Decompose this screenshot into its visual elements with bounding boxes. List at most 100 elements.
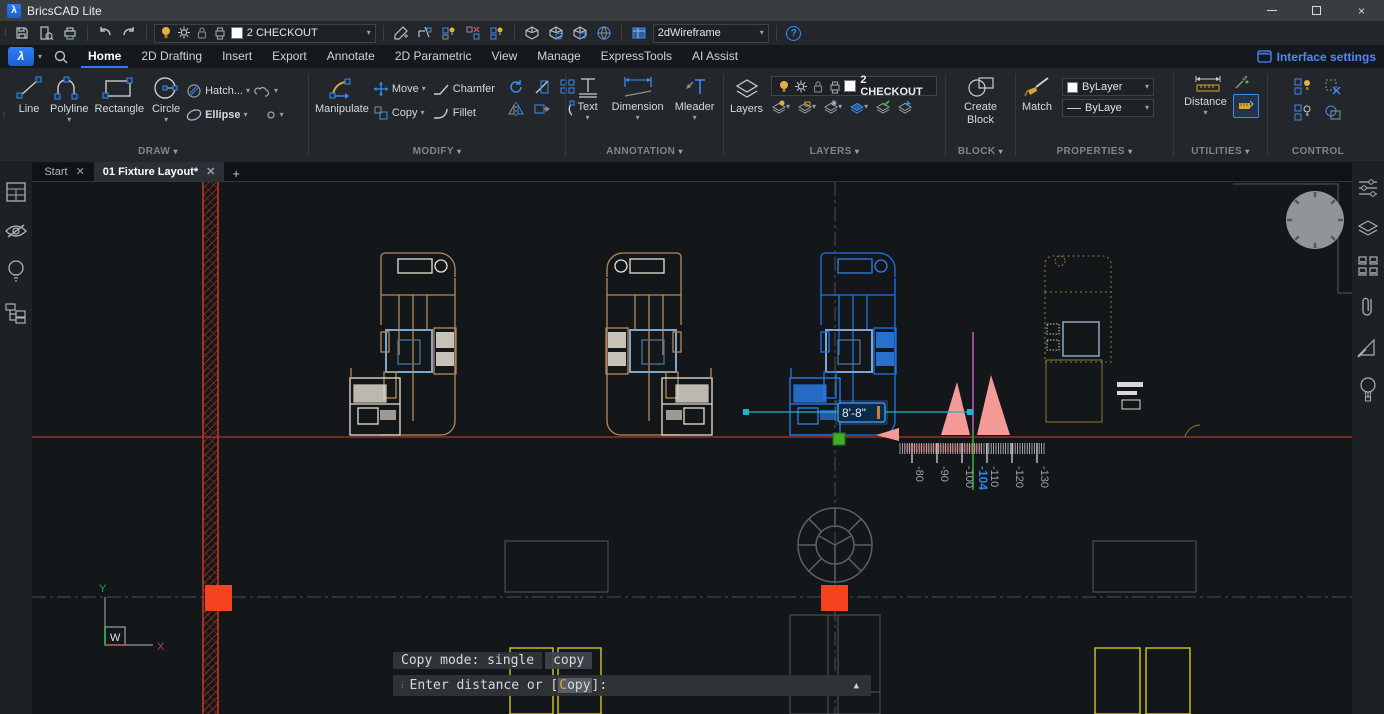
- search-icon[interactable]: [52, 49, 72, 65]
- show-entities-icon[interactable]: [1293, 77, 1313, 97]
- layer-new-button[interactable]: [897, 99, 912, 114]
- dynamic-dimension-toggle[interactable]: [1233, 94, 1259, 118]
- layers-button[interactable]: Layers: [728, 74, 765, 115]
- red-marker-square-left[interactable]: [205, 585, 232, 611]
- grip-green[interactable]: [833, 433, 845, 445]
- unisolate-button[interactable]: [487, 23, 507, 43]
- maximize-button[interactable]: [1294, 0, 1339, 21]
- ribbon-layer-dropdown[interactable]: 2 CHECKOUT: [771, 76, 937, 96]
- line-button[interactable]: Line▾: [12, 74, 46, 124]
- checkout-fixture-4[interactable]: [1045, 256, 1200, 437]
- drawing-canvas[interactable]: 8'-8" -80 -90 -100 -110 -120 -130 -104: [32, 182, 1352, 714]
- match-properties-button[interactable]: Match: [1020, 74, 1054, 113]
- tab-2d-parametric[interactable]: 2D Parametric: [388, 45, 479, 68]
- ribbon-grip[interactable]: ⁞: [0, 68, 8, 162]
- chamfer-button[interactable]: Chamfer: [432, 78, 495, 100]
- close-icon[interactable]: ✕: [76, 165, 85, 178]
- close-icon[interactable]: ✕: [206, 165, 215, 178]
- panel-title-block[interactable]: BLOCK ▾: [946, 146, 1015, 162]
- redo-button[interactable]: [119, 23, 139, 43]
- overlap-icon[interactable]: [1323, 103, 1343, 123]
- layer-off-button[interactable]: ▾: [771, 99, 790, 114]
- render-panel-toggle[interactable]: [1358, 377, 1378, 403]
- hide-objects-toggle[interactable]: [4, 221, 28, 241]
- panel-toggle-button[interactable]: [5, 181, 27, 203]
- rectangle-button[interactable]: Rectangle▾: [93, 74, 147, 124]
- mirror-icon[interactable]: [507, 100, 525, 118]
- preview-button[interactable]: [36, 23, 56, 43]
- copy-button[interactable]: Copy ▾: [373, 102, 426, 124]
- linetype-dropdown[interactable]: ByLaye ▾: [1062, 99, 1154, 117]
- tab-ai-assist[interactable]: AI Assist: [685, 45, 745, 68]
- panel-title-properties[interactable]: PROPERTIES ▾: [1016, 146, 1173, 162]
- hatch-button[interactable]: Hatch... ▾: [186, 80, 250, 102]
- text-button[interactable]: Text▾: [573, 74, 603, 122]
- visual-style-button[interactable]: [629, 23, 649, 43]
- new-tab-button[interactable]: +: [224, 166, 248, 181]
- distance-button[interactable]: Distance ▾: [1182, 96, 1229, 117]
- chevron-down-icon[interactable]: ▾: [274, 87, 278, 95]
- wheel-symbol[interactable]: [798, 508, 872, 582]
- tab-2d-drafting[interactable]: 2D Drafting: [134, 45, 209, 68]
- mleader-button[interactable]: Mleader▾: [673, 74, 717, 122]
- command-grip[interactable]: ⁞: [401, 680, 403, 691]
- quick-wand-icon[interactable]: [1233, 75, 1249, 91]
- select-similar-button[interactable]: [415, 23, 435, 43]
- deselect-icon[interactable]: [1323, 77, 1343, 97]
- trim-icon[interactable]: [533, 78, 551, 96]
- interface-settings-button[interactable]: Interface settings: [1257, 50, 1376, 64]
- chevron-down-icon[interactable]: ▾: [280, 111, 284, 119]
- chevron-down-icon[interactable]: ▾: [586, 114, 590, 122]
- attachments-panel-toggle[interactable]: [1359, 295, 1377, 319]
- properties-panel-toggle[interactable]: [1357, 177, 1379, 199]
- doc-tab-start[interactable]: Start ✕: [35, 162, 93, 181]
- chevron-down-icon[interactable]: ▾: [1203, 109, 1207, 117]
- checkout-fixture-2[interactable]: [606, 253, 712, 435]
- panel-title-utilities[interactable]: UTILITIES ▾: [1174, 146, 1267, 162]
- help-button[interactable]: ?: [784, 23, 804, 43]
- view-iso-se-button[interactable]: [570, 23, 590, 43]
- tab-annotate[interactable]: Annotate: [320, 45, 382, 68]
- layer-freeze-button[interactable]: ▾: [823, 99, 842, 114]
- drawing-tools-panel-toggle[interactable]: [1356, 337, 1380, 359]
- visual-style-dropdown[interactable]: 2dWireframe ▾: [653, 24, 769, 43]
- measure-icon[interactable]: [1193, 74, 1223, 92]
- panel-title-control[interactable]: CONTROL: [1268, 146, 1368, 162]
- polyline-button[interactable]: Polyline▾: [48, 74, 91, 124]
- ellipse-button[interactable]: Ellipse ▾: [186, 104, 247, 126]
- toolbar-grip[interactable]: ⁞: [4, 28, 8, 39]
- chevron-down-icon[interactable]: ▾: [164, 116, 168, 124]
- structure-panel-toggle[interactable]: [4, 301, 28, 325]
- panel-title-draw[interactable]: DRAW ▾: [8, 146, 308, 162]
- command-keyword[interactable]: Copy: [558, 678, 591, 693]
- manipulate-button[interactable]: Manipulate: [313, 74, 371, 115]
- move-button[interactable]: Move ▾: [373, 78, 426, 100]
- application-button[interactable]: λ: [8, 47, 34, 66]
- circle-button[interactable]: Circle▾: [148, 74, 184, 124]
- point-button[interactable]: ▾: [265, 104, 284, 126]
- create-block-button[interactable]: Create Block: [962, 74, 999, 126]
- layer-isolate-button[interactable]: ▾: [849, 99, 868, 114]
- layer-dropdown[interactable]: 2 CHECKOUT ▾: [154, 24, 376, 43]
- tab-export[interactable]: Export: [265, 45, 314, 68]
- view-iso-ne-button[interactable]: [522, 23, 542, 43]
- close-button[interactable]: ×: [1339, 0, 1384, 21]
- tab-home[interactable]: Home: [81, 45, 128, 68]
- command-line[interactable]: ⁞ Enter distance or [Copy]: ▲: [393, 675, 871, 696]
- checkout-fixture-1[interactable]: [350, 253, 456, 435]
- color-dropdown[interactable]: ByLayer ▾: [1062, 78, 1154, 96]
- layer-state-ok-button[interactable]: [875, 99, 890, 114]
- red-marker-square-center[interactable]: [821, 585, 848, 611]
- fillet-button[interactable]: Fillet: [432, 102, 495, 124]
- dynamic-dimension[interactable]: 8'-8": [743, 401, 973, 424]
- blocks-panel-toggle[interactable]: [1357, 255, 1379, 277]
- doc-tab-fixture-layout[interactable]: 01 Fixture Layout* ✕: [94, 162, 225, 181]
- rotate-icon[interactable]: [507, 78, 525, 96]
- chevron-down-icon[interactable]: ▾: [693, 114, 697, 122]
- chevron-down-icon[interactable]: ▾: [38, 53, 42, 61]
- revision-cloud-button[interactable]: ▾: [253, 80, 278, 102]
- chevron-down-icon[interactable]: ▾: [67, 116, 71, 124]
- tab-manage[interactable]: Manage: [530, 45, 587, 68]
- tab-insert[interactable]: Insert: [215, 45, 259, 68]
- isolate-button[interactable]: [439, 23, 459, 43]
